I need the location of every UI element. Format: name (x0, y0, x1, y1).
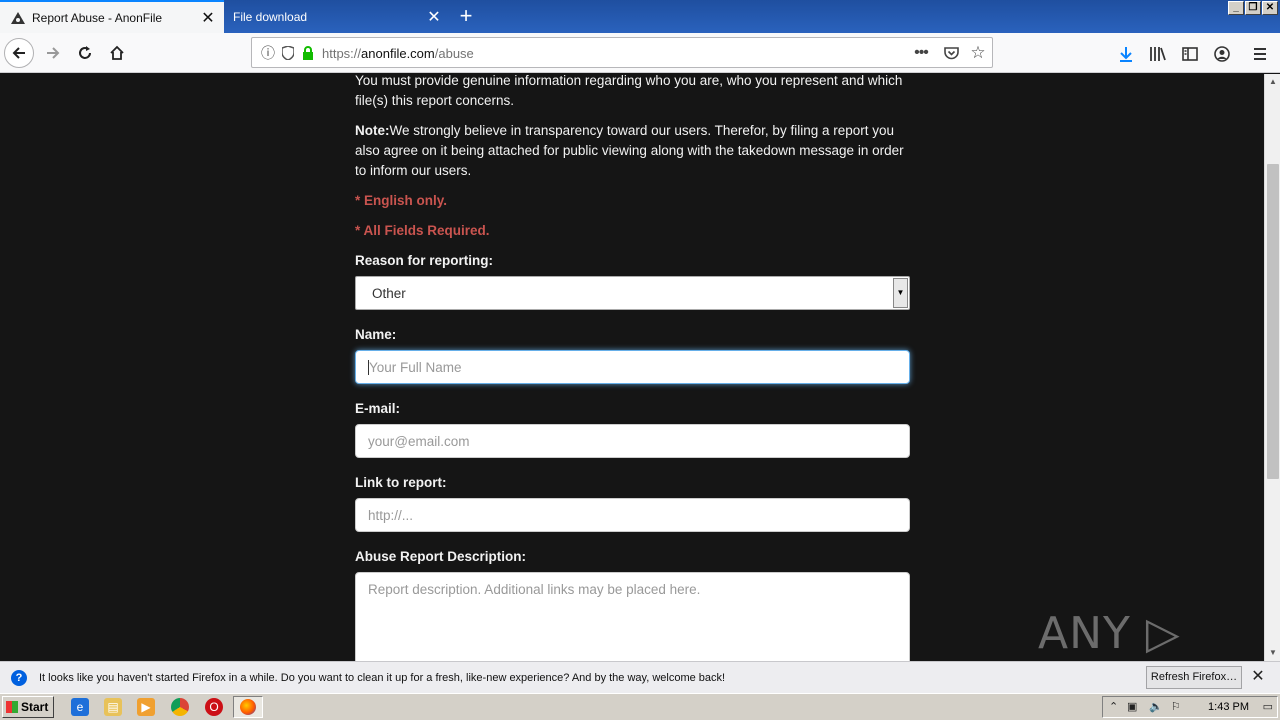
name-input[interactable]: Your Full Name (355, 350, 910, 384)
scroll-down-icon[interactable]: ▼ (1267, 646, 1279, 660)
scroll-thumb[interactable] (1267, 164, 1279, 479)
shield-icon[interactable] (279, 44, 297, 62)
description-placeholder: Report description. Additional links may… (368, 582, 701, 597)
bookmark-star-icon[interactable]: ☆ (969, 43, 987, 62)
intro-text: You must provide genuine information reg… (355, 74, 903, 108)
windows-taskbar: Start e ▤ ▶ O ⌃ ▣ 🔈 ⚐ 1:43 PM ▭ (0, 693, 1280, 720)
restore-icon[interactable]: ❐ (1245, 1, 1261, 15)
requirement-all-fields: * All Fields Required. (355, 223, 490, 238)
reason-select[interactable]: Other ▼ (355, 276, 910, 310)
navigation-bar: ⓘ https://anonfile.com/abuse ••• ☆ (0, 33, 1280, 73)
forward-icon[interactable] (38, 38, 68, 68)
account-icon[interactable] (1212, 44, 1232, 64)
anonfile-icon (10, 10, 26, 26)
action-center-flag-icon[interactable]: ⚐ (1171, 700, 1181, 713)
scroll-up-icon[interactable]: ▲ (1267, 75, 1279, 89)
note-text: We strongly believe in transparency towa… (355, 123, 904, 178)
menu-icon[interactable] (1250, 44, 1270, 64)
library-icon[interactable] (1148, 44, 1168, 64)
windows-logo-icon (6, 701, 18, 713)
question-icon: ? (11, 669, 27, 686)
chrome-icon[interactable] (171, 698, 189, 716)
tab-report-abuse[interactable]: Report Abuse - AnonFile ✕ (0, 0, 224, 33)
tab-bar: Report Abuse - AnonFile ✕ File download … (0, 0, 1280, 33)
close-icon[interactable]: ✕ (1250, 668, 1266, 686)
sidebar-icon[interactable] (1180, 44, 1200, 64)
anyrun-watermark: ANY ▷ RUN (1038, 608, 1181, 661)
reason-selected-value: Other (372, 286, 406, 301)
firefox-icon (240, 699, 256, 715)
page-actions-icon[interactable]: ••• (912, 44, 930, 62)
back-icon[interactable] (4, 38, 34, 68)
media-player-icon[interactable]: ▶ (137, 698, 155, 716)
close-tab-icon[interactable]: ✕ (196, 8, 220, 28)
link-input[interactable]: http://... (355, 498, 910, 532)
explorer-icon[interactable]: ▤ (104, 698, 122, 716)
refresh-notification-bar: ? It looks like you haven't started Fire… (0, 661, 1280, 693)
page-content: You must provide genuine information reg… (0, 74, 1264, 661)
minimize-icon[interactable]: _ (1228, 1, 1244, 15)
tab-title: File download (233, 9, 308, 24)
note-label: Note: (355, 123, 390, 138)
email-input[interactable]: your@email.com (355, 424, 910, 458)
url-text[interactable]: https://anonfile.com/abuse (322, 46, 474, 61)
show-desktop-icon[interactable]: ▭ (1263, 700, 1273, 713)
name-label: Name: (355, 327, 397, 342)
tab-title: Report Abuse - AnonFile (32, 10, 163, 25)
reload-icon[interactable] (70, 38, 100, 68)
ie-icon[interactable]: e (71, 698, 89, 716)
dropdown-arrow-icon[interactable]: ▼ (893, 278, 908, 308)
description-textarea[interactable]: Report description. Additional links may… (355, 572, 910, 661)
note-paragraph: Note:We strongly believe in transparency… (355, 121, 915, 181)
start-label: Start (21, 700, 49, 714)
requirement-english: * English only. (355, 193, 448, 208)
volume-icon[interactable]: 🔈 (1149, 700, 1163, 713)
name-placeholder: Your Full Name (369, 360, 462, 375)
close-tab-icon[interactable]: ✕ (422, 7, 446, 27)
lock-icon[interactable] (299, 44, 317, 62)
new-tab-button[interactable]: + (452, 4, 480, 30)
link-label: Link to report: (355, 475, 447, 490)
vertical-scrollbar[interactable]: ▲ ▼ (1264, 74, 1280, 661)
info-icon[interactable]: ⓘ (259, 44, 277, 62)
email-placeholder: your@email.com (368, 434, 470, 449)
url-host: anonfile.com (361, 46, 435, 61)
pocket-icon[interactable] (942, 44, 960, 62)
close-window-icon[interactable]: ✕ (1262, 1, 1278, 15)
url-scheme: https:// (322, 46, 362, 61)
link-placeholder: http://... (368, 508, 414, 523)
notification-message: It looks like you haven't started Firefo… (39, 671, 726, 684)
start-button[interactable]: Start (2, 696, 54, 718)
reason-label: Reason for reporting: (355, 253, 494, 268)
tab-file-download[interactable]: File download ✕ (224, 0, 450, 33)
window-controls: _ ❐ ✕ (1228, 1, 1278, 15)
network-icon[interactable]: ▣ (1127, 700, 1137, 713)
firefox-taskbar-button[interactable] (233, 696, 263, 718)
home-icon[interactable] (102, 38, 132, 68)
download-icon[interactable] (1116, 44, 1136, 64)
clock[interactable]: 1:43 PM (1208, 701, 1249, 713)
opera-icon[interactable]: O (205, 698, 223, 716)
email-label: E-mail: (355, 401, 401, 416)
url-bar[interactable]: ⓘ https://anonfile.com/abuse ••• ☆ (251, 37, 993, 68)
description-label: Abuse Report Description: (355, 549, 527, 564)
system-tray: ⌃ ▣ 🔈 ⚐ 1:43 PM ▭ (1102, 696, 1278, 718)
url-path: /abuse (434, 46, 474, 61)
refresh-firefox-button[interactable]: Refresh Firefox… (1146, 666, 1242, 689)
tray-expand-icon[interactable]: ⌃ (1109, 700, 1118, 713)
